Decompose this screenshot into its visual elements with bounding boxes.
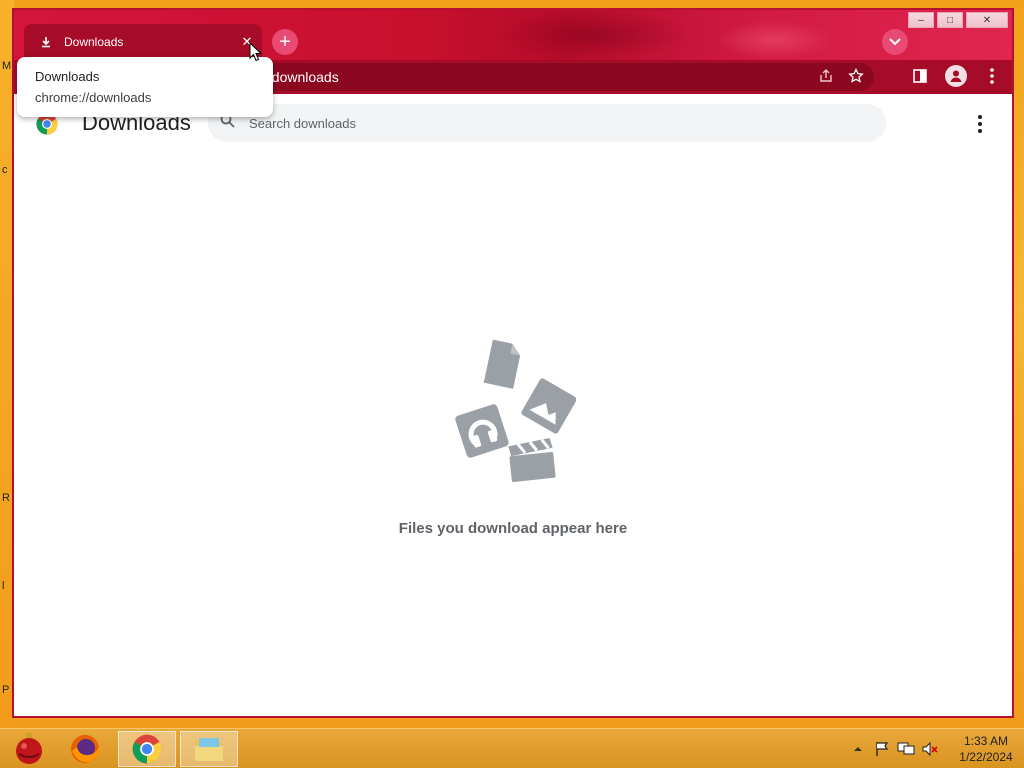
audio-icon bbox=[455, 404, 509, 458]
new-tab-button[interactable]: + bbox=[272, 29, 298, 55]
bookmark-star-icon[interactable] bbox=[848, 67, 864, 87]
folder-icon bbox=[195, 738, 223, 761]
desktop-icon-label: R bbox=[2, 492, 10, 504]
close-window-button[interactable]: ✕ bbox=[966, 12, 1008, 28]
image-icon bbox=[521, 378, 576, 434]
avatar bbox=[945, 65, 967, 87]
video-icon bbox=[508, 438, 556, 483]
empty-state-message: Files you download appear here bbox=[398, 520, 628, 537]
empty-downloads-illustration bbox=[455, 339, 576, 483]
clock-time: 1:33 AM bbox=[963, 734, 1009, 748]
tab-title: Downloads bbox=[64, 35, 124, 49]
taskbar-clock[interactable]: 1:33 AM 1/22/2024 bbox=[948, 733, 1024, 765]
chevron-down-icon bbox=[889, 33, 901, 51]
desktop-icon-label: P bbox=[2, 684, 10, 696]
volume-muted-icon[interactable] bbox=[920, 739, 940, 759]
side-panel-icon[interactable] bbox=[908, 64, 932, 88]
desktop-icon-label: c bbox=[2, 164, 8, 176]
search-input[interactable] bbox=[249, 115, 809, 131]
maximize-button[interactable]: □ bbox=[937, 12, 963, 28]
system-tray: 1:33 AM 1/22/2024 bbox=[846, 729, 1024, 768]
action-center-flag-icon[interactable] bbox=[872, 739, 892, 759]
mouse-cursor-icon bbox=[249, 42, 263, 62]
show-hidden-icons-icon[interactable] bbox=[848, 739, 868, 759]
share-icon[interactable] bbox=[818, 68, 834, 87]
tab-downloads[interactable]: Downloads ✕ bbox=[24, 24, 262, 60]
firefox-icon bbox=[71, 735, 99, 763]
title-bar[interactable]: Downloads ✕ + – □ ✕ bbox=[14, 10, 1012, 60]
network-icon[interactable] bbox=[896, 739, 916, 759]
address-bar-url: //downloads bbox=[264, 69, 339, 85]
desktop-icon-label: M bbox=[2, 60, 12, 72]
desktop-icon-label: l bbox=[2, 580, 5, 592]
tab-search-button[interactable] bbox=[882, 29, 908, 55]
minimize-button[interactable]: – bbox=[908, 12, 934, 28]
hover-card-title: Downloads bbox=[35, 69, 100, 84]
window-controls: – □ ✕ bbox=[905, 12, 1008, 28]
document-icon bbox=[483, 339, 521, 389]
downloads-page: Downloads Search downloads Files you dow… bbox=[14, 94, 1012, 716]
page-more-actions-button[interactable] bbox=[970, 112, 990, 136]
profile-avatar-button[interactable] bbox=[944, 64, 968, 88]
taskbar: 1:33 AM 1/22/2024 bbox=[0, 728, 1024, 768]
chrome-icon bbox=[132, 734, 162, 764]
taskbar-firefox[interactable] bbox=[56, 731, 114, 767]
download-icon bbox=[38, 34, 54, 50]
taskbar-chrome[interactable] bbox=[118, 731, 176, 767]
browser-menu-kebab-icon[interactable] bbox=[980, 64, 1004, 88]
search-bar[interactable] bbox=[208, 104, 886, 142]
ornament-icon bbox=[16, 733, 42, 764]
taskbar-file-explorer[interactable] bbox=[180, 731, 238, 767]
clock-date: 1/22/2024 bbox=[959, 750, 1013, 764]
hover-card-url: chrome://downloads bbox=[35, 90, 152, 105]
taskbar-start-ornament[interactable] bbox=[0, 731, 58, 767]
tab-hover-card: Downloads chrome://downloads bbox=[17, 57, 273, 117]
